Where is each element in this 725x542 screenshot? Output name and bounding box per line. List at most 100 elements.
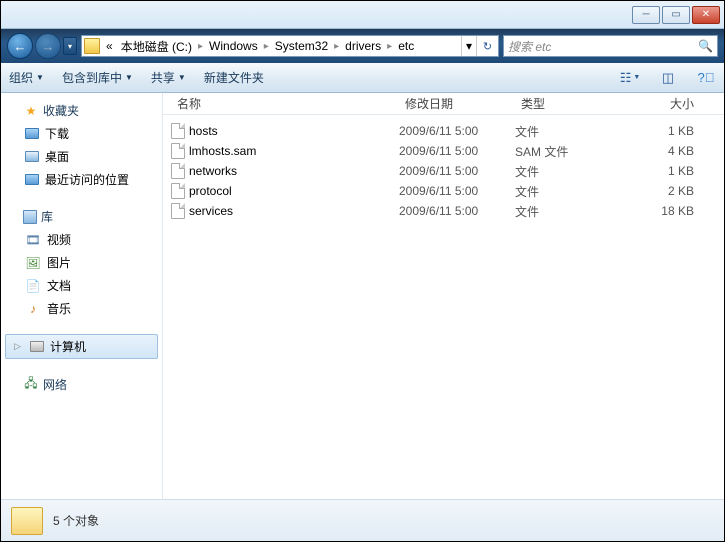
picture-icon: 🖼 [25, 255, 41, 271]
refresh-icon[interactable]: ↻ [476, 35, 498, 57]
desktop-icon [25, 151, 39, 162]
file-icon [171, 163, 185, 179]
column-date[interactable]: 修改日期 [399, 95, 515, 112]
file-name: networks [189, 164, 237, 178]
include-in-library-menu[interactable]: 包含到库中▼ [62, 69, 133, 86]
view-options-button[interactable]: ☷▼ [620, 68, 640, 88]
file-icon [171, 123, 185, 139]
forward-button[interactable]: → [35, 33, 61, 59]
file-size: 2 KB [615, 184, 724, 198]
folder-icon [11, 507, 43, 535]
sidebar-item-network[interactable]: 🖧网络 [1, 373, 162, 396]
sidebar-favorites-header[interactable]: ★收藏夹 [1, 99, 162, 122]
search-icon: 🔍 [698, 39, 713, 53]
minimize-button[interactable]: ─ [632, 6, 660, 24]
chevron-down-icon: ▼ [36, 73, 44, 82]
sidebar-item-computer[interactable]: ▷计算机 [5, 334, 158, 359]
folder-icon [25, 174, 39, 185]
file-icon [171, 143, 185, 159]
video-icon: 🎞 [25, 232, 41, 248]
share-menu[interactable]: 共享▼ [151, 69, 186, 86]
file-type: SAM 文件 [515, 143, 615, 160]
main-area: ★收藏夹 下载 桌面 最近访问的位置 库 🎞视频 🖼图片 📄文档 ♪音乐 ▷计算… [1, 93, 724, 499]
file-icon [171, 183, 185, 199]
network-icon: 🖧 [23, 377, 39, 393]
sidebar: ★收藏夹 下载 桌面 最近访问的位置 库 🎞视频 🖼图片 📄文档 ♪音乐 ▷计算… [1, 93, 163, 499]
chevron-icon: ▸ [385, 41, 394, 52]
sidebar-libraries-header[interactable]: 库 [1, 205, 162, 228]
file-row[interactable]: hosts2009/6/11 5:00文件1 KB [171, 121, 724, 141]
address-bar: ← → ▾ « 本地磁盘 (C:)▸ Windows▸ System32▸ dr… [1, 29, 724, 63]
breadcrumb-seg[interactable]: System32 [271, 36, 332, 56]
help-button[interactable]: ?⃝ [696, 68, 716, 88]
file-size: 18 KB [615, 204, 724, 218]
file-name: lmhosts.sam [189, 144, 256, 158]
music-icon: ♪ [25, 301, 41, 317]
organize-menu[interactable]: 组织▼ [9, 69, 44, 86]
file-icon [171, 203, 185, 219]
breadcrumb-dropdown[interactable]: ▾ [461, 36, 476, 56]
file-size: 1 KB [615, 164, 724, 178]
breadcrumb-prefix: « [102, 36, 117, 56]
new-folder-button[interactable]: 新建文件夹 [204, 69, 264, 86]
file-date: 2009/6/11 5:00 [399, 124, 515, 138]
sidebar-item-recent[interactable]: 最近访问的位置 [1, 168, 162, 191]
file-date: 2009/6/11 5:00 [399, 164, 515, 178]
window-titlebar: ─ ▭ ✕ [1, 1, 724, 29]
file-row[interactable]: protocol 2009/6/11 5:00文件2 KB [171, 181, 724, 201]
file-date: 2009/6/11 5:00 [399, 204, 515, 218]
chevron-icon: ▸ [262, 41, 271, 52]
breadcrumb-seg[interactable]: 本地磁盘 (C:) [117, 36, 196, 56]
sidebar-item-pictures[interactable]: 🖼图片 [1, 251, 162, 274]
sidebar-item-music[interactable]: ♪音乐 [1, 297, 162, 320]
file-date: 2009/6/11 5:00 [399, 184, 515, 198]
status-bar: 5 个对象 [1, 499, 724, 541]
file-name: protocol [189, 184, 232, 198]
breadcrumb[interactable]: « 本地磁盘 (C:)▸ Windows▸ System32▸ drivers▸… [81, 35, 499, 57]
preview-pane-button[interactable]: ◫ [658, 68, 678, 88]
library-icon [23, 210, 37, 224]
sidebar-item-desktop[interactable]: 桌面 [1, 145, 162, 168]
expand-icon: ▷ [14, 341, 24, 352]
file-row[interactable]: lmhosts.sam 2009/6/11 5:00SAM 文件4 KB [171, 141, 724, 161]
column-type[interactable]: 类型 [515, 95, 615, 112]
breadcrumb-seg[interactable]: drivers [341, 36, 385, 56]
breadcrumb-seg[interactable]: Windows [205, 36, 262, 56]
column-size[interactable]: 大小 [615, 95, 724, 112]
file-type: 文件 [515, 163, 615, 180]
file-size: 4 KB [615, 144, 724, 158]
folder-icon [84, 38, 100, 54]
file-date: 2009/6/11 5:00 [399, 144, 515, 158]
file-row[interactable]: networks 2009/6/11 5:00文件1 KB [171, 161, 724, 181]
chevron-icon: ▸ [332, 41, 341, 52]
star-icon: ★ [23, 103, 39, 119]
file-name: hosts [189, 124, 218, 138]
file-size: 1 KB [615, 124, 724, 138]
sidebar-item-documents[interactable]: 📄文档 [1, 274, 162, 297]
file-type: 文件 [515, 203, 615, 220]
file-list: hosts2009/6/11 5:00文件1 KBlmhosts.sam2009… [163, 115, 724, 499]
file-row[interactable]: services 2009/6/11 5:00文件18 KB [171, 201, 724, 221]
file-name: services [189, 204, 233, 218]
close-button[interactable]: ✕ [692, 6, 720, 24]
search-input[interactable]: 搜索 etc 🔍 [503, 35, 718, 57]
maximize-button[interactable]: ▭ [662, 6, 690, 24]
status-text: 5 个对象 [53, 512, 99, 529]
sidebar-item-videos[interactable]: 🎞视频 [1, 228, 162, 251]
toolbar: 组织▼ 包含到库中▼ 共享▼ 新建文件夹 ☷▼ ◫ ?⃝ [1, 63, 724, 93]
chevron-icon: ▸ [196, 41, 205, 52]
chevron-down-icon: ▼ [178, 73, 186, 82]
nav-history-dropdown[interactable]: ▾ [63, 37, 77, 55]
file-type: 文件 [515, 183, 615, 200]
nav-buttons: ← → ▾ [7, 33, 77, 59]
sidebar-item-downloads[interactable]: 下载 [1, 122, 162, 145]
search-placeholder: 搜索 etc [508, 38, 551, 55]
chevron-down-icon: ▼ [125, 73, 133, 82]
back-button[interactable]: ← [7, 33, 33, 59]
computer-icon [30, 341, 44, 352]
column-name[interactable]: 名称 [171, 95, 399, 112]
column-headers: 名称 修改日期 类型 大小 [163, 93, 724, 115]
folder-icon [25, 128, 39, 139]
breadcrumb-seg[interactable]: etc [394, 36, 418, 56]
document-icon: 📄 [25, 278, 41, 294]
